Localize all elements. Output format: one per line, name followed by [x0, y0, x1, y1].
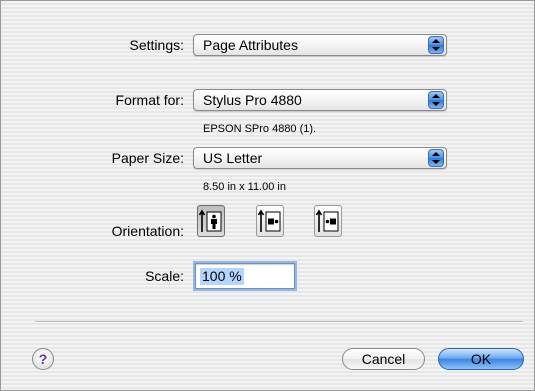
orientation-landscape-left-button[interactable]	[256, 205, 284, 237]
format-for-label: Format for:	[115, 92, 184, 108]
settings-label: Settings:	[129, 37, 184, 53]
paper-size-popup-value: US Letter	[203, 150, 263, 166]
landscape-right-orientation-icon	[316, 209, 339, 232]
cancel-button[interactable]: Cancel	[342, 348, 425, 370]
format-for-popup-value: Stylus Pro 4880	[203, 92, 302, 108]
settings-popup-value: Page Attributes	[203, 37, 298, 53]
paper-size-popup[interactable]: US Letter	[193, 147, 447, 169]
help-icon: ?	[38, 351, 48, 367]
portrait-orientation-icon	[199, 209, 222, 232]
scale-input[interactable]: 100 %	[195, 263, 295, 289]
page-setup-dialog: Settings: Page Attributes Format for: St…	[0, 0, 535, 391]
paper-size-label: Paper Size:	[111, 150, 184, 166]
orientation-label: Orientation:	[111, 223, 184, 239]
help-button[interactable]: ?	[32, 348, 54, 370]
popup-stepper-icon	[428, 91, 444, 109]
printer-description: EPSON SPro 4880 (1).	[203, 123, 317, 135]
ok-button[interactable]: OK	[438, 348, 524, 370]
scale-label: Scale:	[145, 268, 184, 284]
popup-stepper-icon	[428, 36, 444, 54]
paper-dimensions: 8.50 in x 11.00 in	[203, 181, 286, 193]
orientation-landscape-right-button[interactable]	[314, 205, 342, 237]
settings-popup[interactable]: Page Attributes	[193, 34, 447, 56]
landscape-left-orientation-icon	[258, 209, 281, 232]
divider	[35, 321, 523, 323]
scale-input-value: 100 %	[200, 268, 244, 285]
popup-stepper-icon	[428, 149, 444, 167]
orientation-portrait-button[interactable]	[197, 205, 225, 237]
format-for-popup[interactable]: Stylus Pro 4880	[193, 89, 447, 111]
